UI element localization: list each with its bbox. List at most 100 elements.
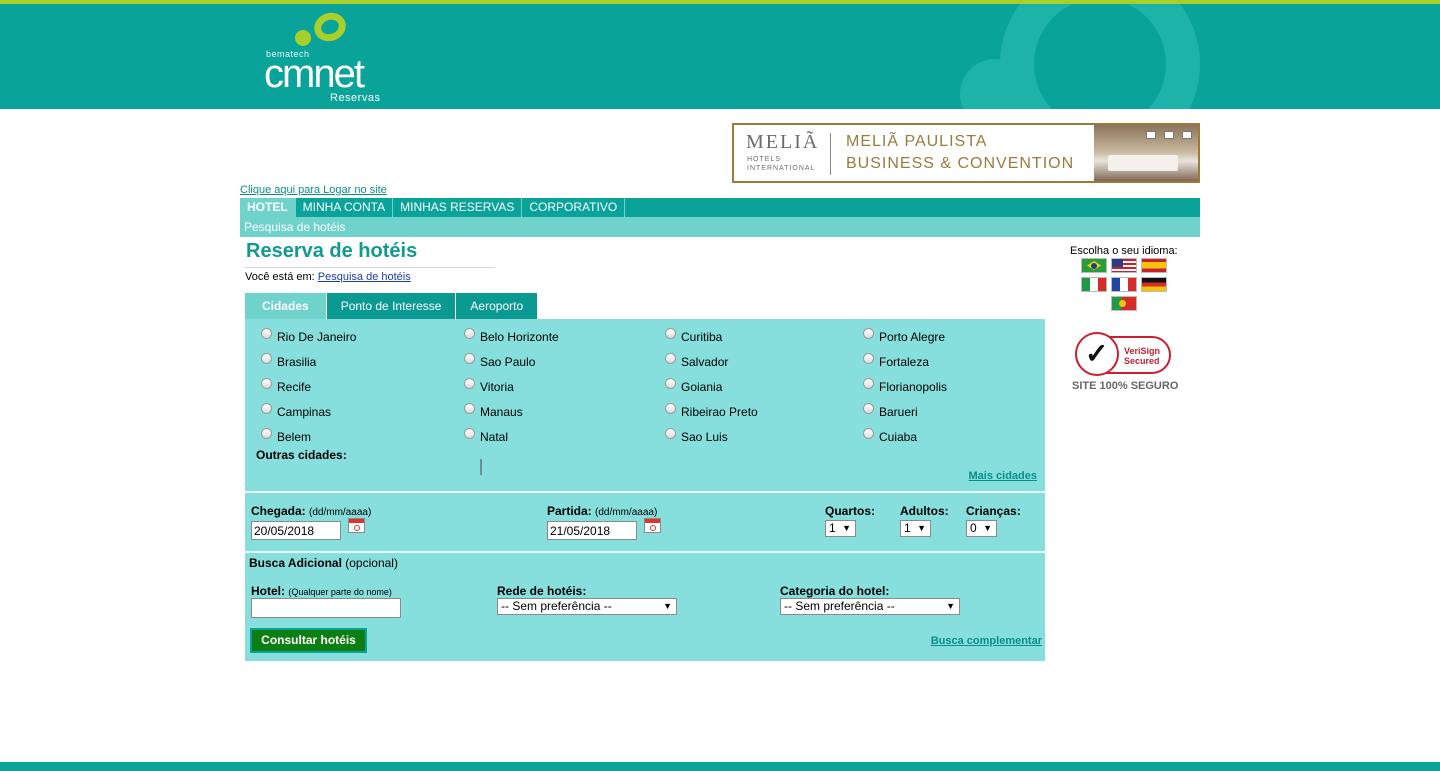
- checkmark-icon: ✓: [1085, 338, 1109, 369]
- germany-flag-icon[interactable]: [1141, 277, 1167, 292]
- footer-bar: [0, 762, 1440, 771]
- quartos-select[interactable]: 1 ▼: [825, 520, 856, 537]
- calendar-icon[interactable]: [348, 518, 365, 533]
- radio-button[interactable]: [665, 402, 676, 414]
- criancas-select[interactable]: 0 ▼: [966, 520, 997, 537]
- city-option[interactable]: Brasilia: [261, 352, 316, 369]
- calendar-icon[interactable]: [644, 518, 661, 533]
- radio-button[interactable]: [665, 352, 676, 364]
- city-option[interactable]: Goiania: [665, 377, 722, 394]
- city-option[interactable]: Sao Luis: [665, 427, 728, 444]
- busca-adicional-heading: Busca Adicional (opcional): [249, 556, 398, 570]
- tab-aeroporto[interactable]: Aeroporto: [456, 293, 539, 319]
- consultar-hoteis-button[interactable]: Consultar hotéis: [250, 628, 367, 653]
- portugal-flag-icon[interactable]: [1111, 296, 1137, 311]
- tab-cidades[interactable]: Cidades: [245, 293, 327, 319]
- city-option[interactable]: Salvador: [665, 352, 728, 369]
- city-option[interactable]: Cuiaba: [863, 427, 917, 444]
- main-nav: HOTEL MINHA CONTA MINHAS RESERVAS CORPOR…: [240, 198, 1200, 217]
- radio-button[interactable]: [863, 352, 874, 364]
- header-decoration: [1000, 4, 1200, 109]
- logo-brand-text: cmnet: [264, 52, 365, 96]
- city-option[interactable]: Recife: [261, 377, 311, 394]
- search-panel: Rio De Janeiro Belo Horizonte Curitiba P…: [245, 319, 1045, 661]
- radio-button[interactable]: [261, 377, 272, 389]
- radio-button[interactable]: [261, 352, 272, 364]
- categoria-label: Categoria do hotel:: [780, 584, 890, 598]
- brazil-flag-icon[interactable]: [1081, 258, 1107, 273]
- chegada-label: Chegada: (dd/mm/aaaa): [251, 504, 372, 518]
- radio-button[interactable]: [464, 427, 475, 439]
- search-tabs: Cidades Ponto de Interesse Aeroporto: [245, 293, 539, 319]
- radio-button[interactable]: [464, 352, 475, 364]
- radio-button[interactable]: [863, 402, 874, 414]
- usa-flag-icon[interactable]: [1111, 258, 1137, 273]
- radio-button[interactable]: [863, 327, 874, 339]
- spain-flag-icon[interactable]: [1141, 258, 1167, 273]
- mais-cidades-link[interactable]: Mais cidades: [969, 470, 1037, 482]
- city-option[interactable]: Manaus: [464, 402, 523, 419]
- radio-button[interactable]: [464, 327, 475, 339]
- radio-button[interactable]: [464, 377, 475, 389]
- chegada-input[interactable]: [251, 521, 341, 540]
- radio-button[interactable]: [261, 427, 272, 439]
- banner-logo: MELIÃ: [746, 131, 820, 153]
- outras-cidades-input[interactable]: [480, 459, 482, 475]
- city-option[interactable]: Barueri: [863, 402, 918, 419]
- banner-room-photo: [1094, 125, 1198, 181]
- city-option[interactable]: Belem: [261, 427, 311, 444]
- verisign-seal[interactable]: ✓ VeriSign Secured: [1075, 332, 1175, 377]
- photo-frame: [1182, 131, 1192, 139]
- city-option[interactable]: Belo Horizonte: [464, 327, 559, 344]
- radio-button[interactable]: [261, 402, 272, 414]
- nav-tab-minhas-reservas[interactable]: MINHAS RESERVAS: [393, 198, 523, 217]
- city-option[interactable]: Ribeirao Preto: [665, 402, 758, 419]
- nav-tab-minha-conta[interactable]: MINHA CONTA: [296, 198, 394, 217]
- banner-line1: MELIÃ PAULISTA: [846, 133, 988, 150]
- city-option[interactable]: Fortaleza: [863, 352, 929, 369]
- city-option[interactable]: Florianopolis: [863, 377, 947, 394]
- hotel-label: Hotel: (Qualquer parte do nome): [251, 584, 392, 598]
- italy-flag-icon[interactable]: [1081, 277, 1107, 292]
- city-option[interactable]: Rio De Janeiro: [261, 327, 356, 344]
- chevron-down-icon: ▼: [663, 601, 672, 611]
- city-option[interactable]: Sao Paulo: [464, 352, 535, 369]
- chevron-down-icon: ▼: [842, 523, 851, 533]
- adultos-label: Adultos:: [900, 504, 949, 518]
- radio-button[interactable]: [665, 427, 676, 439]
- city-option[interactable]: Campinas: [261, 402, 331, 419]
- radio-button[interactable]: [261, 327, 272, 339]
- adultos-select[interactable]: 1 ▼: [900, 520, 931, 537]
- radio-button[interactable]: [665, 327, 676, 339]
- radio-button[interactable]: [464, 402, 475, 414]
- city-option[interactable]: Natal: [464, 427, 508, 444]
- radio-button[interactable]: [665, 377, 676, 389]
- busca-complementar-link[interactable]: Busca complementar: [931, 635, 1042, 647]
- radio-button[interactable]: [863, 377, 874, 389]
- login-link[interactable]: Clique aqui para Logar no site: [240, 184, 387, 196]
- france-flag-icon[interactable]: [1111, 277, 1137, 292]
- city-option[interactable]: Porto Alegre: [863, 327, 945, 344]
- partida-label: Partida: (dd/mm/aaaa): [547, 504, 658, 518]
- hotel-ad-banner[interactable]: MELIÃ HOTELS INTERNATIONAL MELIÃ PAULIST…: [732, 123, 1200, 183]
- hotel-name-input[interactable]: [251, 598, 401, 618]
- quartos-label: Quartos:: [825, 504, 876, 518]
- logo-sub-text: Reservas: [330, 92, 381, 104]
- categoria-select[interactable]: -- Sem preferência -- ▼: [780, 598, 960, 615]
- site-header: bematech cmnet Reservas: [0, 4, 1440, 109]
- nav-tab-corporativo[interactable]: CORPORATIVO: [522, 198, 626, 217]
- radio-button[interactable]: [863, 427, 874, 439]
- section-divider: [245, 551, 1045, 553]
- nav-tab-hotel[interactable]: HOTEL: [240, 198, 296, 217]
- rede-select[interactable]: -- Sem preferência -- ▼: [497, 598, 677, 615]
- tab-ponto-de-interesse[interactable]: Ponto de Interesse: [326, 293, 457, 319]
- city-option[interactable]: Curitiba: [665, 327, 722, 344]
- banner-logo-sub: HOTELS INTERNATIONAL: [747, 156, 816, 172]
- city-option[interactable]: Vitoria: [464, 377, 514, 394]
- cmnet-logo[interactable]: bematech cmnet Reservas: [264, 8, 394, 105]
- breadcrumb-link[interactable]: Pesquisa de hotéis: [318, 271, 411, 283]
- site-seguro-label: SITE 100% SEGURO: [1072, 380, 1179, 392]
- subnav-pesquisa: Pesquisa de hotéis: [240, 217, 1200, 237]
- partida-input[interactable]: [547, 521, 637, 540]
- verisign-secured-text: Secured: [1124, 356, 1160, 366]
